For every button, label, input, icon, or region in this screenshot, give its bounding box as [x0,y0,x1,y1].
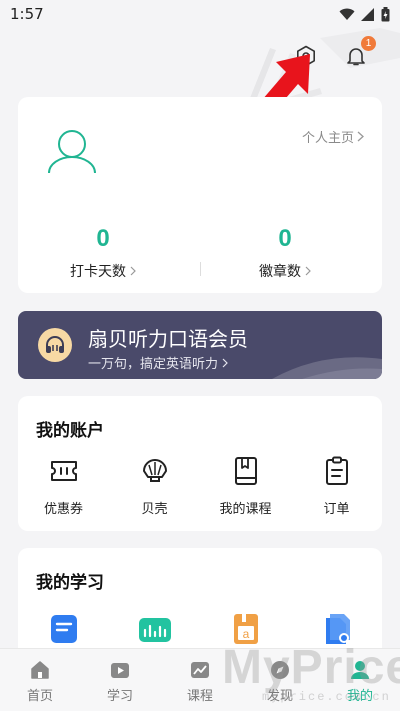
grid-label: 贝壳 [141,502,168,517]
section-title: 我的账户 [36,421,104,441]
order-icon [320,454,354,488]
study-notes-item[interactable] [18,612,109,646]
grid-label: 优惠券 [43,502,83,517]
stat-label: 徽章数 [259,264,301,280]
stat-label-row: 徽章数 [225,261,345,281]
tab-label: 课程 [186,689,213,704]
banner-decoration [272,357,382,379]
ticket-icon [47,454,81,488]
tab-home[interactable]: 首页 [0,649,80,711]
vip-membership-banner[interactable]: 扇贝听力口语会员 一万句，搞定英语听力 [18,311,382,379]
stat-checkin-days[interactable]: 0 打卡天数 [43,225,163,281]
chevron-right-icon [222,358,228,367]
stat-label-row: 打卡天数 [43,261,163,281]
home-icon [31,661,49,679]
avatar-icon[interactable] [46,127,98,175]
my-courses-item[interactable]: 我的课程 [200,454,291,517]
tab-label: 学习 [106,689,133,704]
status-icons [339,6,390,22]
vip-subtitle: 一万句，搞定英语听力 [88,357,219,372]
chevron-right-icon [305,266,311,276]
chevron-right-icon [357,131,364,142]
vip-title: 扇贝听力口语会员 [88,327,248,351]
wifi-icon [339,8,355,20]
watermark-url: myprice.com.cn [262,690,391,704]
headphones-icon [38,328,72,362]
grid-label: 我的课程 [219,502,272,517]
section-title: 我的学习 [36,573,104,593]
chevron-right-icon [130,266,136,276]
notification-badge: 1 [361,36,376,51]
watermark: MyPrice [222,641,400,694]
stats-icon [138,612,172,646]
coupon-item[interactable]: 优惠券 [18,454,109,517]
notifications-button[interactable]: 1 [342,36,376,70]
stat-value: 0 [278,225,292,252]
svg-text:a: a [242,627,249,641]
play-icon [111,663,129,678]
book-icon [229,454,263,488]
battery-icon [381,6,390,21]
tab-study[interactable]: 学习 [80,649,160,711]
shell-icon [138,454,172,488]
shell-item[interactable]: 贝壳 [109,454,200,517]
stat-label: 打卡天数 [70,264,126,280]
status-time: 1:57 [10,5,44,23]
personal-homepage-link[interactable]: 个人主页 [302,127,364,146]
vip-subtitle-row: 一万句，搞定英语听力 [88,353,228,372]
study-stats-item[interactable] [109,612,200,646]
homepage-link-label: 个人主页 [301,131,354,146]
account-grid: 优惠券 贝壳 我的课程 订单 [18,454,382,517]
status-bar: 1:57 [0,0,400,28]
tab-label: 首页 [26,689,53,704]
profile-card: 个人主页 0 打卡天数 0 徽章数 [18,97,382,293]
chart-icon [191,662,209,678]
stat-divider [200,262,201,276]
notes-icon [47,612,81,646]
stat-badges[interactable]: 0 徽章数 [225,225,345,281]
signal-icon [361,7,374,21]
my-account-card: 我的账户 优惠券 贝壳 我的课程 订单 [18,396,382,531]
grid-label: 订单 [323,502,350,517]
orders-item[interactable]: 订单 [291,454,382,517]
stat-value: 0 [96,225,110,252]
